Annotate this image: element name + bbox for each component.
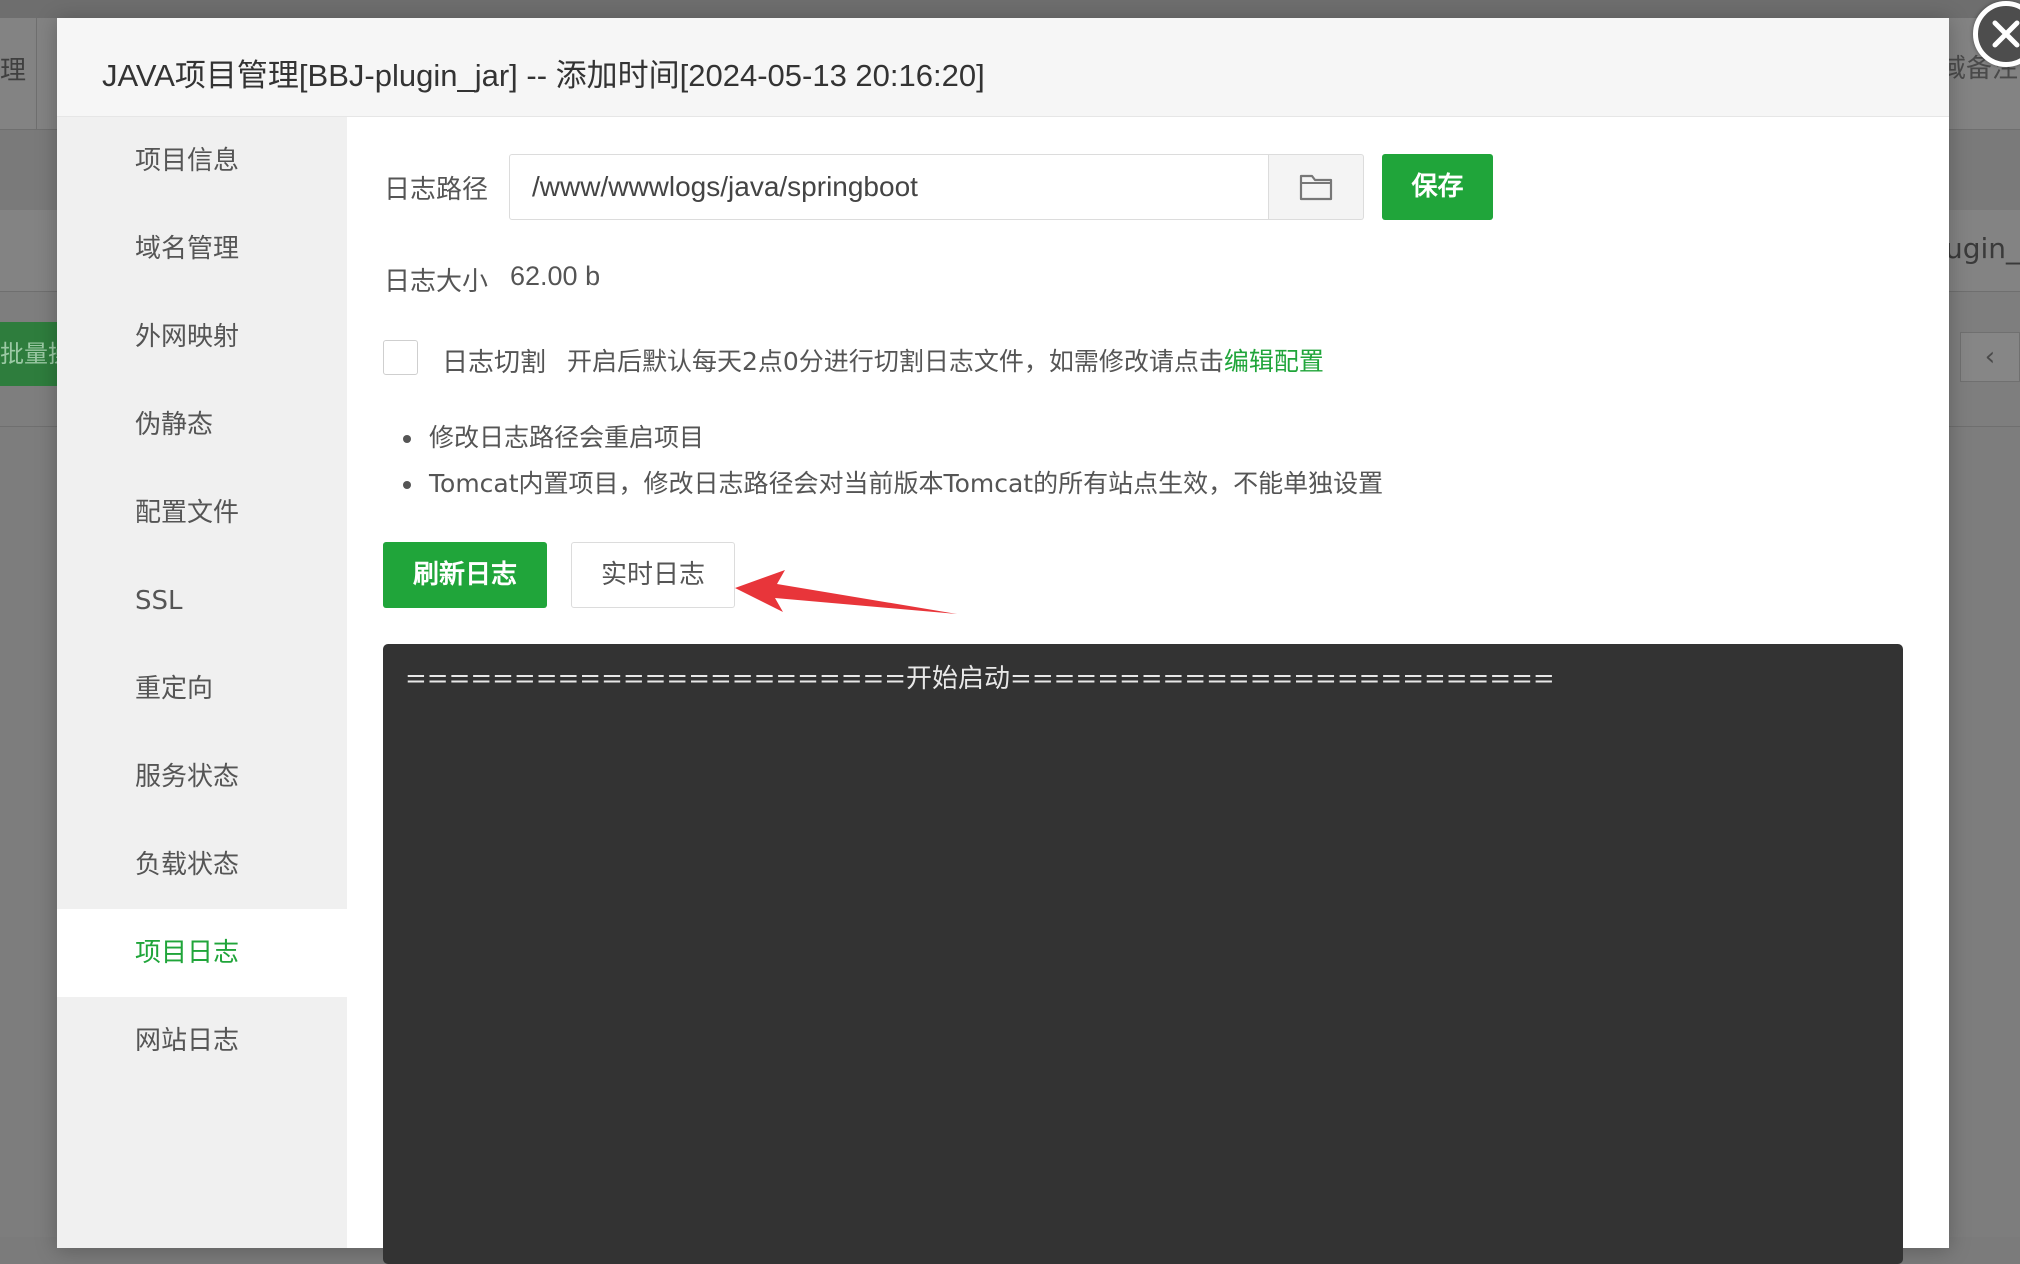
modal-header: JAVA项目管理[BBJ-plugin_jar] -- 添加时间[2024-05…	[57, 18, 1949, 117]
modal-title: JAVA项目管理[BBJ-plugin_jar] -- 添加时间[2024-05…	[102, 58, 985, 93]
edit-config-link[interactable]: 编辑配置	[1224, 347, 1324, 376]
folder-icon	[1299, 174, 1333, 201]
modal-sidebar: 项目信息 域名管理 外网映射 伪静态 配置文件 SSL 重定向 服务状态 负载状…	[57, 117, 347, 1248]
tip-item-restart: 修改日志路径会重启项目	[397, 415, 1383, 461]
bg-divider	[36, 18, 37, 130]
bg-pager-prev: ‹	[1960, 332, 2020, 382]
save-button[interactable]: 保存	[1382, 154, 1493, 220]
sidebar-item-port-mapping[interactable]: 外网映射	[57, 293, 347, 381]
log-rotate-checkbox[interactable]	[383, 340, 418, 375]
annotation-arrow	[735, 570, 957, 614]
sidebar-item-config-file[interactable]: 配置文件	[57, 469, 347, 557]
java-project-modal: JAVA项目管理[BBJ-plugin_jar] -- 添加时间[2024-05…	[57, 1, 2020, 1264]
chevron-left-icon: ‹	[1984, 342, 1996, 372]
sidebar-item-service-status[interactable]: 服务状态	[57, 733, 347, 821]
bg-batch-button: 批量操	[0, 322, 58, 386]
log-path-input[interactable]: /www/wwwlogs/java/springboot	[509, 154, 1269, 220]
log-path-label: 日志路径	[384, 175, 489, 205]
sidebar-item-redirect[interactable]: 重定向	[57, 645, 347, 733]
sidebar-item-project-info[interactable]: 项目信息	[57, 117, 347, 205]
tip-item-tomcat: Tomcat内置项目，修改日志路径会对当前版本Tomcat的所有站点生效，不能单…	[397, 461, 1383, 507]
log-rotate-hint: 开启后默认每天2点0分进行切割日志文件，如需修改请点击编辑配置	[567, 342, 1324, 378]
log-console: =======================开始启动=============…	[383, 644, 1903, 1264]
sidebar-item-project-log[interactable]: 项目日志	[57, 909, 347, 997]
log-rotate-label: 日志切割	[442, 348, 547, 378]
bg-left-text: 理	[0, 56, 27, 86]
realtime-log-button[interactable]: 实时日志	[571, 542, 735, 608]
folder-picker-button[interactable]	[1269, 154, 1364, 220]
sidebar-item-load-status[interactable]: 负载状态	[57, 821, 347, 909]
console-line: =======================开始启动=============…	[405, 664, 1555, 694]
bg-right-mid-text: ugin_	[1944, 232, 2020, 265]
sidebar-item-ssl[interactable]: SSL	[57, 557, 347, 645]
log-size-label: 日志大小	[384, 267, 489, 297]
bg-topbar	[0, 0, 2020, 18]
sidebar-item-site-log[interactable]: 网站日志	[57, 997, 347, 1085]
refresh-log-button[interactable]: 刷新日志	[383, 542, 547, 608]
log-tips-list: 修改日志路径会重启项目 Tomcat内置项目，修改日志路径会对当前版本Tomca…	[397, 415, 1383, 507]
sidebar-item-domain[interactable]: 域名管理	[57, 205, 347, 293]
close-icon	[1992, 20, 2020, 48]
sidebar-item-rewrite[interactable]: 伪静态	[57, 381, 347, 469]
log-size-value: 62.00 b	[510, 261, 601, 291]
log-rotate-hint-text: 开启后默认每天2点0分进行切割日志文件，如需修改请点击	[567, 347, 1224, 376]
